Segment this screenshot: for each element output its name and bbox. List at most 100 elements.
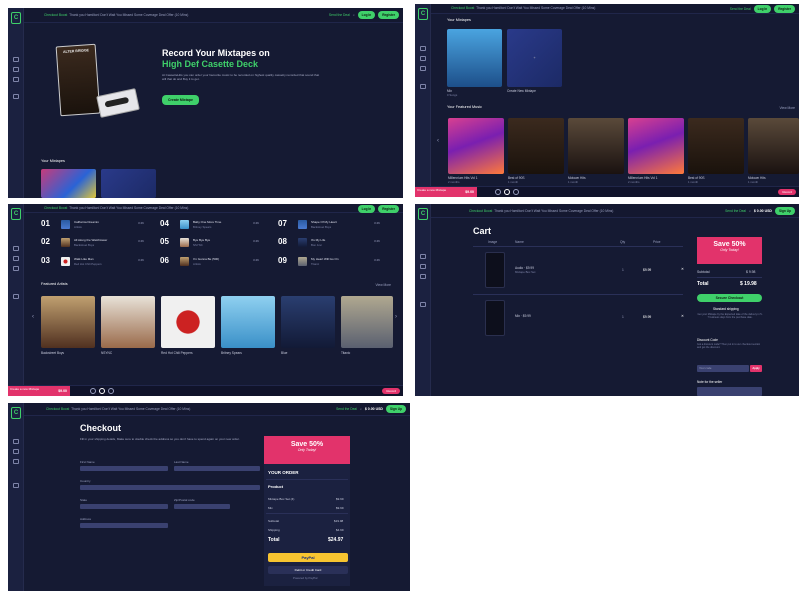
album-cover[interactable]	[628, 118, 684, 174]
player-mixtape-badge[interactable]: Create a new Mixtape $9.00	[8, 386, 70, 396]
artist-image[interactable]	[281, 296, 335, 348]
mixtape-card[interactable]	[41, 169, 96, 198]
home-icon[interactable]	[13, 439, 19, 444]
album-cover[interactable]	[508, 118, 564, 174]
home-icon[interactable]	[420, 46, 426, 51]
search-icon[interactable]	[13, 67, 19, 72]
track-title[interactable]: I'm Gonna Be (500)	[193, 257, 219, 261]
library-icon[interactable]	[13, 266, 19, 271]
address-input[interactable]	[80, 523, 168, 528]
artist-image[interactable]	[41, 296, 95, 348]
search-icon[interactable]: ⌕	[749, 209, 751, 213]
album-cover[interactable]	[448, 118, 504, 174]
artist-image[interactable]	[161, 296, 215, 348]
mixtape-card[interactable]	[447, 29, 502, 87]
remove-item-icon[interactable]: ✕	[681, 314, 684, 318]
search-icon[interactable]: ⌕	[353, 13, 355, 17]
state-input[interactable]	[80, 504, 168, 509]
next-icon[interactable]	[513, 189, 519, 195]
album-cover[interactable]	[568, 118, 624, 174]
login-button[interactable]: Log In	[357, 11, 376, 19]
record-button[interactable]: Record	[778, 189, 796, 195]
create-mixtape-button[interactable]: Create Mixtape	[162, 95, 199, 105]
note-textarea[interactable]	[697, 387, 762, 396]
app-logo[interactable]: C	[11, 208, 21, 220]
library-icon[interactable]	[13, 459, 19, 464]
search-icon[interactable]	[420, 264, 426, 269]
view-more-link[interactable]: View More	[779, 106, 795, 110]
app-logo[interactable]: C	[11, 12, 21, 24]
view-more-link[interactable]: View More	[375, 283, 391, 287]
play-icon[interactable]	[504, 189, 510, 195]
next-icon[interactable]	[108, 388, 114, 394]
paypal-button[interactable]: PayPal	[268, 553, 348, 562]
search-icon[interactable]	[420, 56, 426, 61]
cart-total[interactable]: $ 0.00 USD	[365, 407, 383, 411]
artist-image[interactable]	[341, 296, 393, 348]
create-mixtape-card[interactable]: +	[507, 29, 562, 87]
app-logo[interactable]: C	[11, 407, 21, 419]
cassette-icon[interactable]	[420, 84, 426, 89]
artist-image[interactable]	[221, 296, 275, 348]
home-icon[interactable]	[13, 57, 19, 62]
library-icon[interactable]	[13, 77, 19, 82]
library-icon[interactable]	[420, 66, 426, 71]
carousel-left-icon[interactable]: ‹	[32, 314, 34, 320]
app-logo[interactable]: C	[418, 8, 428, 20]
last-name-input[interactable]	[174, 466, 260, 471]
register-button[interactable]: Register	[378, 205, 399, 213]
secure-checkout-button[interactable]: Secure Checkout	[697, 294, 762, 302]
discount-input[interactable]: Your code	[697, 365, 749, 372]
app-logo[interactable]: C	[418, 208, 428, 220]
home-icon[interactable]	[13, 246, 19, 251]
prev-icon[interactable]	[90, 388, 96, 394]
track-title[interactable]: Baby One More Time	[193, 220, 221, 224]
country-input[interactable]	[80, 485, 260, 490]
album-cover[interactable]	[748, 118, 799, 174]
track-title[interactable]: It's My Life	[311, 238, 325, 242]
cart-total[interactable]: $ 0.00 USD	[754, 209, 772, 213]
cart-item-qty[interactable]: 1	[622, 315, 624, 319]
remove-item-icon[interactable]: ✕	[681, 267, 684, 271]
prev-icon[interactable]	[495, 189, 501, 195]
home-icon[interactable]	[420, 254, 426, 259]
player-mixtape-badge[interactable]: Create a new Mixtape $9.00	[415, 187, 477, 197]
track-title[interactable]: My Heart Will Go On	[311, 257, 339, 261]
library-icon[interactable]	[420, 274, 426, 279]
cart-item-name[interactable]: Mix · $9.99	[515, 314, 531, 318]
cart-item-qty[interactable]: 1	[622, 268, 624, 272]
zip-input[interactable]	[174, 504, 230, 509]
login-button[interactable]: Log In	[753, 5, 772, 13]
first-name-input[interactable]	[80, 466, 168, 471]
track-title[interactable]: Shape Of My Heart	[311, 220, 337, 224]
search-icon[interactable]: ⌕	[360, 407, 362, 411]
cassette-icon[interactable]	[13, 94, 19, 99]
deal-link[interactable]: Send the Deal	[725, 209, 746, 213]
album-cover[interactable]	[688, 118, 744, 174]
track-title[interactable]: California Dreamin	[74, 220, 99, 224]
register-button[interactable]: Register	[774, 5, 795, 13]
apply-discount-button[interactable]: Apply	[750, 365, 762, 372]
register-button[interactable]: Register	[378, 11, 399, 19]
login-button[interactable]: Log In	[357, 205, 376, 213]
track-title[interactable]: Bye Bye Bye	[193, 238, 210, 242]
cassette-icon[interactable]	[13, 483, 19, 488]
deal-link[interactable]: Send the Deal	[730, 7, 751, 11]
sign-up-button[interactable]: Sign Up	[385, 405, 406, 413]
card-payment-button[interactable]: Debit or Credit Card	[268, 566, 348, 574]
play-icon[interactable]	[99, 388, 105, 394]
record-button[interactable]: Record	[382, 388, 400, 394]
track-title[interactable]: Walk Like Man	[74, 257, 94, 261]
sign-up-button[interactable]: Sign Up	[774, 207, 795, 215]
search-icon[interactable]	[13, 256, 19, 261]
deal-link[interactable]: Send the Deal	[336, 407, 357, 411]
cassette-icon[interactable]	[13, 294, 19, 299]
create-mixtape-card[interactable]	[101, 169, 156, 198]
cassette-icon[interactable]	[420, 302, 426, 307]
search-icon[interactable]	[13, 449, 19, 454]
carousel-left-icon[interactable]: ‹	[437, 138, 439, 144]
artist-image[interactable]	[101, 296, 155, 348]
carousel-right-icon[interactable]: ›	[395, 314, 397, 320]
track-title[interactable]: All Along the Watchtower	[74, 238, 107, 242]
deal-link[interactable]: Send the Deal	[329, 13, 350, 17]
